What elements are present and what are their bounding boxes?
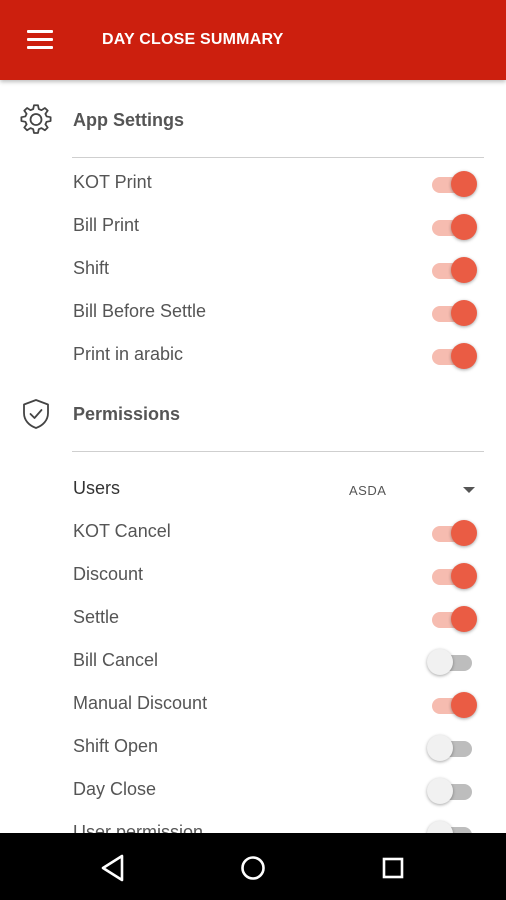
setting-label: Print in arabic — [73, 344, 184, 364]
section-title: Permissions — [73, 404, 181, 424]
permission-row-kot-cancel: KOT Cancel — [0, 512, 506, 552]
discount-toggle[interactable] — [427, 561, 479, 589]
user-permission-toggle[interactable] — [427, 819, 479, 833]
permission-label: Settle — [73, 607, 120, 627]
hamburger-menu-icon[interactable] — [27, 30, 53, 50]
bill-cancel-toggle[interactable] — [427, 647, 479, 675]
app-bar: DAY CLOSE SUMMARY — [0, 0, 506, 80]
kot-cancel-toggle[interactable] — [427, 518, 479, 546]
shield-check-icon — [23, 399, 49, 429]
permission-row-shift-open: Shift Open — [0, 727, 506, 767]
kot-print-toggle[interactable] — [427, 169, 479, 197]
gear-icon — [20, 104, 52, 134]
permission-row-bill-cancel: Bill Cancel — [0, 641, 506, 681]
permission-row-manual-discount: Manual Discount — [0, 684, 506, 724]
home-circle-icon[interactable] — [233, 848, 273, 888]
permission-label: Manual Discount — [73, 693, 208, 713]
permission-label: Shift Open — [73, 736, 159, 756]
users-dropdown-value: ASDA — [349, 483, 387, 498]
settle-toggle[interactable] — [427, 604, 479, 632]
settings-content[interactable]: App Settings KOT Print Bill Print Shift … — [0, 80, 506, 833]
shift-open-toggle[interactable] — [427, 733, 479, 761]
setting-row-bill-before-settle: Bill Before Settle — [0, 292, 506, 332]
permission-label: KOT Cancel — [73, 521, 171, 541]
bill-before-settle-toggle[interactable] — [427, 298, 479, 326]
section-header-app-settings: App Settings — [0, 95, 506, 145]
setting-row-kot-print: KOT Print — [0, 163, 506, 203]
users-label: Users — [73, 478, 121, 498]
permission-row-day-close: Day Close — [0, 770, 506, 810]
section-title: App Settings — [73, 110, 184, 130]
setting-label: Bill Before Settle — [73, 301, 207, 321]
permission-row-user-permission: User permission — [0, 813, 506, 833]
section-header-permissions: Permissions — [0, 389, 506, 439]
setting-row-print-in-arabic: Print in arabic — [0, 335, 506, 375]
day-close-toggle[interactable] — [427, 776, 479, 804]
page-title: DAY CLOSE SUMMARY — [102, 31, 284, 48]
setting-label: Shift — [73, 258, 110, 278]
bill-print-toggle[interactable] — [427, 212, 479, 240]
system-nav-bar — [0, 833, 506, 900]
users-row: Users ASDA — [0, 469, 506, 509]
setting-label: KOT Print — [73, 172, 152, 192]
permission-label: Day Close — [73, 779, 157, 799]
setting-row-shift: Shift — [0, 249, 506, 289]
setting-label: Bill Print — [73, 215, 140, 235]
permission-row-discount: Discount — [0, 555, 506, 595]
caret-down-icon — [463, 487, 475, 493]
print-in-arabic-toggle[interactable] — [427, 341, 479, 369]
users-dropdown[interactable]: ASDA — [348, 473, 484, 505]
permission-row-settle: Settle — [0, 598, 506, 638]
shift-toggle[interactable] — [427, 255, 479, 283]
divider — [72, 157, 484, 158]
permission-label: Discount — [73, 564, 144, 584]
manual-discount-toggle[interactable] — [427, 690, 479, 718]
permission-label: Bill Cancel — [73, 650, 159, 670]
recent-apps-square-icon[interactable] — [373, 848, 413, 888]
back-triangle-icon[interactable] — [93, 848, 133, 888]
divider — [72, 451, 484, 452]
permission-label: User permission — [73, 822, 204, 833]
setting-row-bill-print: Bill Print — [0, 206, 506, 246]
